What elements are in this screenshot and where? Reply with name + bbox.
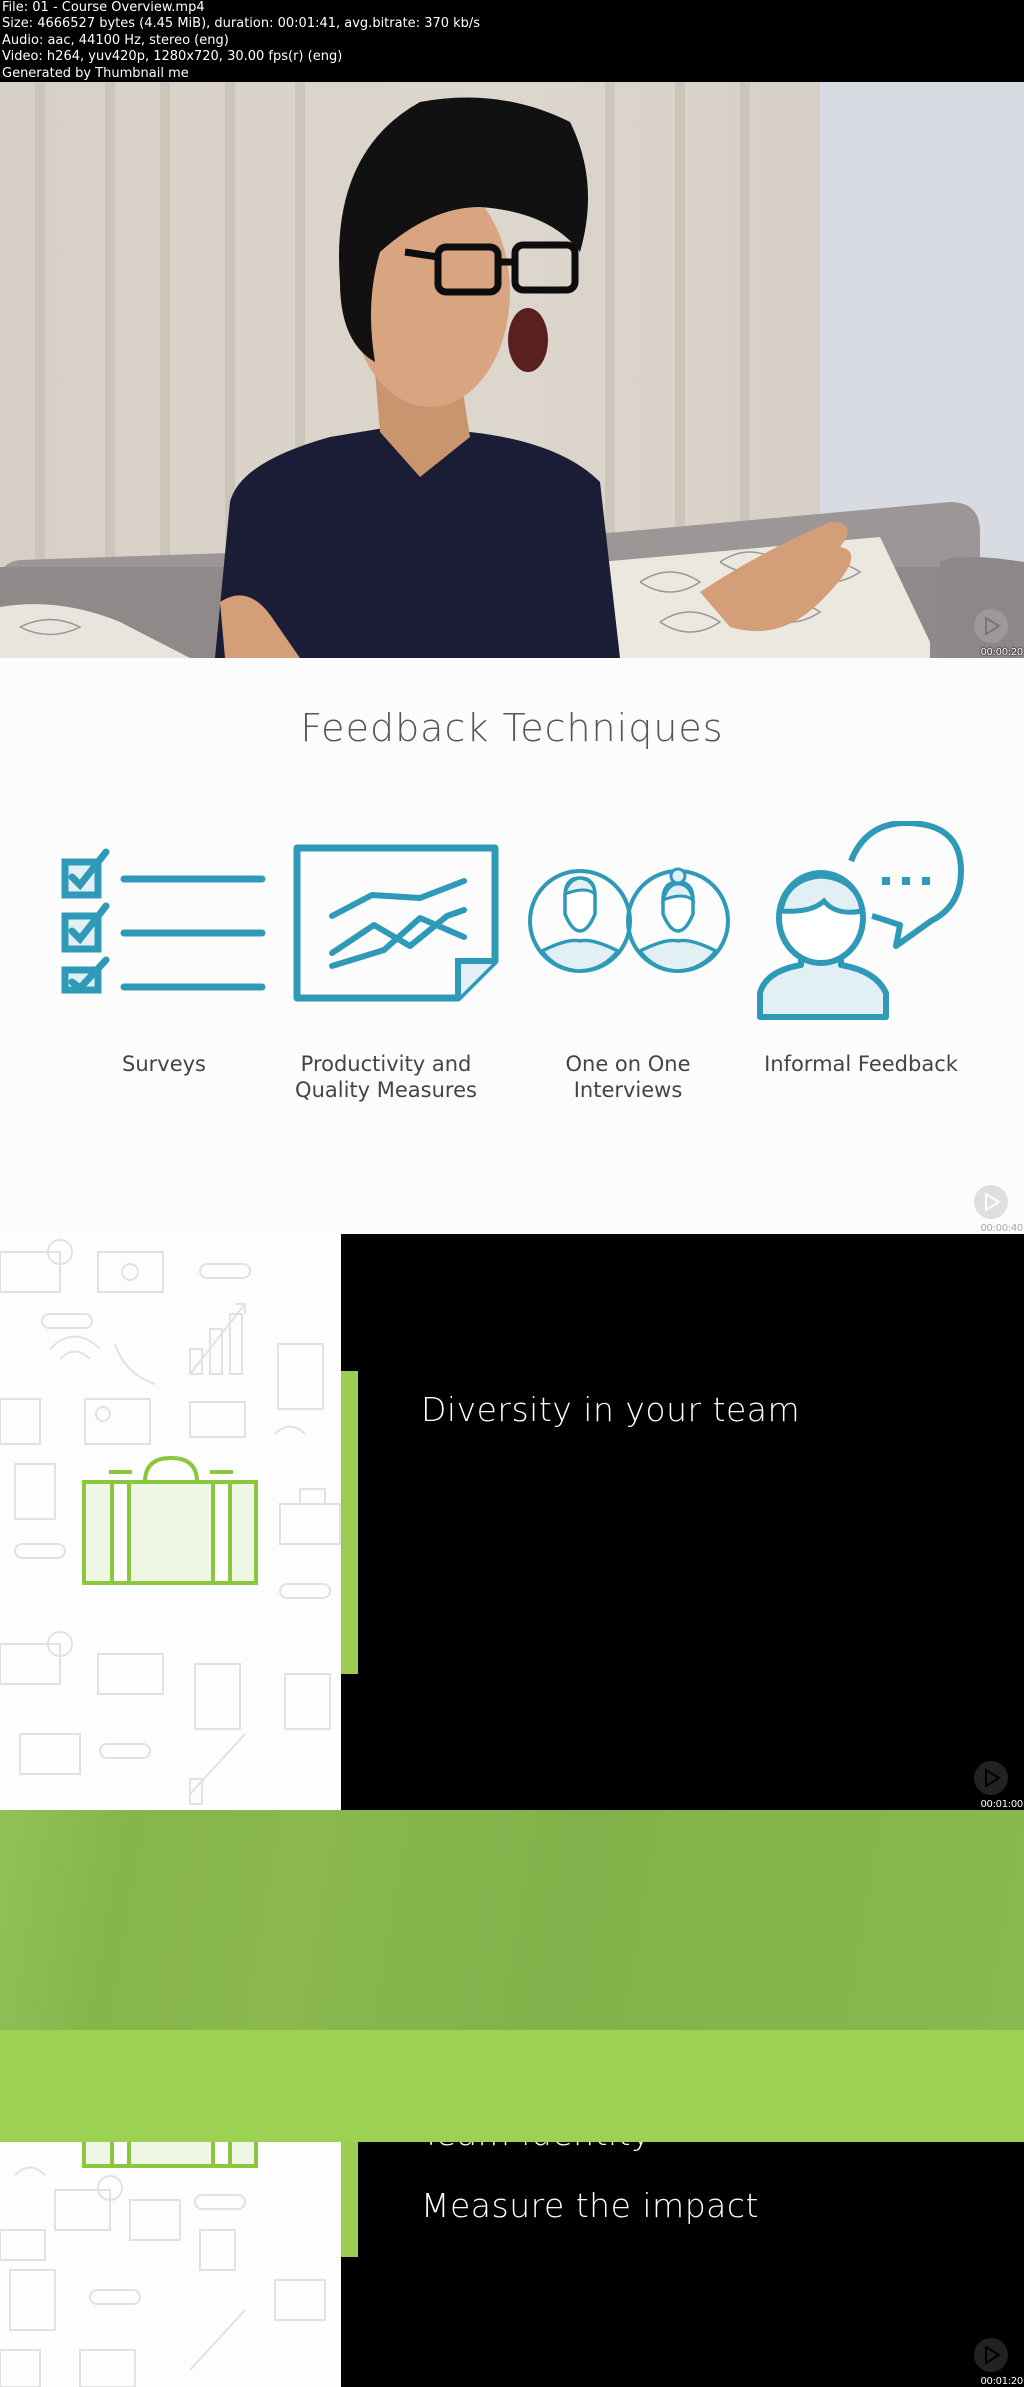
video-frame-3[interactable]: Diversity in your team 00:01:00 — [0, 1234, 1024, 1810]
frame-timestamp: 00:00:20 — [980, 647, 1023, 658]
accent-bar — [341, 2140, 358, 2257]
briefcase-icon — [82, 1455, 258, 1585]
play-button[interactable] — [973, 608, 1009, 644]
two-people-icon — [528, 867, 730, 973]
video-frame-2[interactable]: Feedback Techniques Surveys Productivity… — [0, 658, 1024, 1234]
person-speech-icon — [757, 821, 964, 1020]
video-frame-1[interactable]: 00:00:20 — [0, 82, 1024, 658]
bullet-measure-impact: Measure the impact — [421, 2186, 759, 2225]
technique-label-interviews: One on One Interviews — [565, 1052, 691, 1102]
slide-content-panel — [341, 1234, 1024, 1810]
file-info-header: File: 01 - Course Overview.mp4 Size: 466… — [0, 0, 1024, 82]
play-button[interactable] — [973, 1760, 1009, 1796]
line-chart-icon — [293, 844, 499, 1002]
audio-info-line: Audio: aac, 44100 Hz, stereo (eng) — [2, 32, 229, 48]
file-name-line: File: 01 - Course Overview.mp4 — [2, 0, 205, 15]
technique-label-productivity: Productivity and Quality Measures — [295, 1052, 477, 1102]
play-button[interactable] — [973, 2337, 1009, 2373]
frame-timestamp: 00:01:00 — [980, 1799, 1023, 1810]
frame-timestamp: 00:00:40 — [980, 1223, 1023, 1234]
transition-overlay-photo — [0, 1810, 1024, 2030]
play-button[interactable] — [973, 1184, 1009, 1220]
play-icon — [974, 609, 1008, 643]
play-icon — [974, 2338, 1008, 2372]
video-still-man-on-sofa — [0, 82, 1024, 658]
video-info-line: Video: h264, yuv420p, 1280x720, 30.00 fp… — [2, 49, 343, 65]
frame-timestamp: 00:01:20 — [980, 2376, 1023, 2387]
play-icon — [974, 1761, 1008, 1795]
transition-overlay-band — [0, 2030, 1024, 2142]
video-frame-4[interactable]: Team identity Measure the impact 00:01:2… — [0, 1810, 1024, 2387]
technique-label-informal: Informal Feedback — [764, 1052, 958, 1076]
bullet-diversity: Diversity in your team — [421, 1390, 801, 1429]
slide-title: Feedback Techniques — [300, 706, 724, 750]
play-icon — [974, 1185, 1008, 1219]
file-size-line: Size: 4666527 bytes (4.45 MiB), duration… — [2, 16, 481, 32]
accent-bar — [341, 1371, 358, 1674]
checklist-icon — [61, 848, 266, 994]
generator-line: Generated by Thumbnail me — [2, 65, 189, 81]
technique-label-surveys: Surveys — [122, 1052, 206, 1076]
